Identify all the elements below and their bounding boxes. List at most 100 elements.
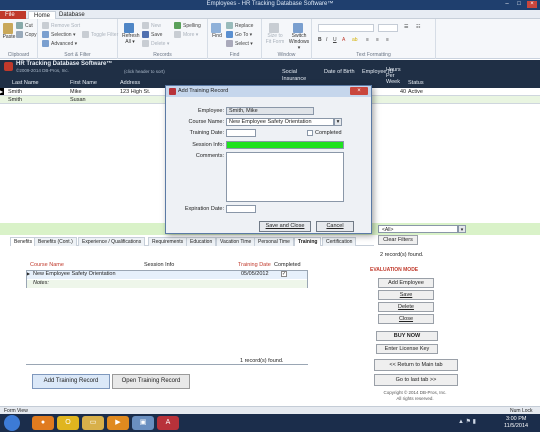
chevron-down-icon[interactable]: ▾ [458,225,466,233]
size-to-fit-icon [269,23,279,33]
paste-button[interactable]: Paste [2,23,16,40]
outlook-icon[interactable]: O [57,416,79,430]
bullets-icon[interactable]: ☰ [404,24,408,30]
enter-license-key-button[interactable]: Enter License Key [376,344,438,354]
close-button[interactable]: Close [378,314,434,324]
delete-record-button[interactable]: Delete ▾ [142,40,169,47]
training-date-input[interactable] [226,129,256,137]
tab-database[interactable]: Database [54,11,90,19]
session-info-label: Session Info: [192,142,224,148]
remote-desktop-icon[interactable]: ▣ [132,416,154,430]
cell-status: Active [408,89,423,95]
buy-now-button[interactable]: BUY NOW [376,331,438,341]
cell-completed-checkbox[interactable]: ✓ [281,271,287,277]
font-name-select[interactable] [318,24,374,32]
select-button[interactable]: Select ▾ [226,40,253,47]
expiration-date-label: Expiration Date: [184,206,224,212]
col-first-name[interactable]: First Name [70,80,97,86]
tab-training[interactable]: Training [294,237,322,246]
session-info-input[interactable] [226,141,344,149]
add-training-record-button[interactable]: Add Training Record [32,374,110,389]
header-training-date: Training Date [238,262,271,268]
go-to-last-tab-button[interactable]: Go to last tab >> [374,374,458,386]
cancel-button[interactable]: Cancel [316,221,354,232]
tray-icons[interactable]: ▲ ⚑ ▮ [458,418,476,425]
close-icon[interactable]: × [527,1,537,8]
status-filter-select[interactable]: <All> [378,225,458,233]
media-player-icon[interactable]: ▶ [107,416,129,430]
open-training-record-button[interactable]: Open Training Record [112,374,190,389]
align-right-icon[interactable]: ≡ [386,37,389,43]
start-button-icon[interactable] [4,415,20,431]
new-record-button[interactable]: New [142,22,161,29]
tab-vacation-time[interactable]: Vacation Time [216,237,256,246]
italic-icon[interactable]: I [326,37,327,43]
clear-filters-button[interactable]: Clear Filters [378,235,418,245]
tab-certification[interactable]: Certification [322,237,357,246]
course-name-select[interactable]: New Employee Safety Orientation [226,118,334,126]
tab-benefits[interactable]: Benefits [10,237,37,246]
tab-education[interactable]: Education [186,237,217,246]
window-group-label: Window [277,52,296,58]
font-size-select[interactable] [378,24,398,32]
bold-icon[interactable]: B [318,37,322,43]
minimize-icon[interactable]: – [502,1,512,8]
switch-windows-button[interactable]: Switch Windows ▾ [288,23,310,51]
copy-button[interactable]: Copy [16,31,37,38]
replace-button[interactable]: Replace [226,22,253,29]
refresh-icon [124,23,134,33]
col-date-of-birth[interactable]: Date of Birth [324,69,355,75]
align-left-icon[interactable]: ≡ [366,37,369,43]
more-button[interactable]: More ▾ [174,31,198,38]
find-button[interactable]: Find [210,23,224,39]
return-to-main-tab-button[interactable]: << Return to Main tab [374,359,458,371]
access-icon[interactable]: A [157,416,179,430]
list-item[interactable]: ▶ New Employee Safety Orientation 05/05/… [27,271,307,279]
goto-button[interactable]: Go To ▾ [226,31,252,38]
delete-button[interactable]: Delete [378,302,434,312]
firefox-icon[interactable]: ● [32,416,54,430]
save-button[interactable]: Save [378,290,434,300]
ribbon-tab-row: File Home Database [0,10,540,19]
highlight-icon[interactable]: ab [352,37,358,43]
training-record[interactable]: ▶ New Employee Safety Orientation 05/05/… [26,270,308,288]
chevron-down-icon[interactable]: ▾ [334,118,342,126]
tab-personal-time[interactable]: Personal Time [254,237,294,246]
col-status[interactable]: Status [408,80,424,86]
selection-button[interactable]: Selection ▾ [42,31,75,38]
tab-experience[interactable]: Experience / Qualifications [78,237,146,246]
completed-checkbox[interactable] [307,130,313,136]
numbering-icon[interactable]: ☷ [416,24,420,30]
folder-icon[interactable]: ▭ [82,416,104,430]
remove-sort-button[interactable]: Remove Sort [42,22,80,29]
col-address[interactable]: Address [120,80,140,86]
font-color-icon[interactable]: A [342,37,345,43]
align-center-icon[interactable]: ≡ [376,37,379,43]
col-hours-per-week[interactable]: Hours Per Week [386,67,406,85]
col-last-name[interactable]: Last Name [12,80,39,86]
col-social-insurance[interactable]: Social Insurance [282,69,316,83]
tab-file[interactable]: File [0,11,26,19]
save-and-close-button[interactable]: Save and Close [259,221,311,232]
header-course-name: Course Name [30,262,64,268]
cut-button[interactable]: Cut [16,22,33,29]
add-employee-button[interactable]: Add Employee [378,278,434,288]
app-copyright: ©2009-2014 DB-Pros, Inc. [16,68,69,73]
maximize-icon[interactable]: □ [514,1,524,8]
spelling-button[interactable]: Spelling [174,22,201,29]
refresh-all-button[interactable]: Refresh All ▾ [122,23,140,45]
header-session-info: Session Info [144,262,175,268]
tab-requirements[interactable]: Requirements [148,237,188,246]
spelling-icon [174,22,181,29]
save-record-button[interactable]: Save [142,31,162,38]
completed-label: Completed [315,130,342,136]
expiration-date-input[interactable] [226,205,256,213]
comments-textarea[interactable] [226,152,344,202]
toggle-filter-button[interactable]: Toggle Filter [82,31,118,38]
tab-home[interactable]: Home [28,11,57,19]
advanced-button[interactable]: Advanced ▾ [42,40,77,47]
underline-icon[interactable]: U [333,37,337,43]
tab-benefits-cont[interactable]: Benefits (Cont.) [34,237,77,246]
size-to-fit-button[interactable]: Size to Fit Form [264,23,286,45]
dialog-close-icon[interactable]: × [350,87,368,95]
